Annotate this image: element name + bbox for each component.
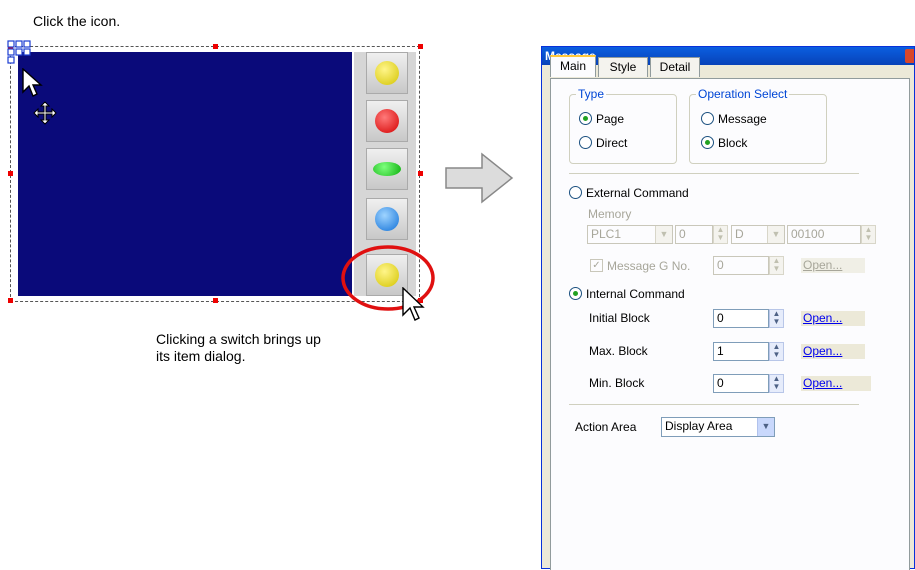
resize-handle[interactable]	[418, 171, 423, 176]
type-direct-radio[interactable]: Direct	[579, 136, 627, 150]
action-area-select[interactable]: Display Area ▼	[661, 417, 775, 437]
first-page-switch[interactable]	[366, 52, 408, 94]
ellipse-icon	[373, 162, 401, 176]
max-block-field[interactable]: 1	[713, 342, 769, 361]
click-cursor-icon	[402, 287, 425, 321]
initial-block-open-link[interactable]: Open...	[801, 311, 865, 326]
caption-dialog-line1: Clicking a switch brings up	[156, 331, 321, 347]
type-group-legend: Type	[576, 87, 607, 101]
address-field[interactable]: 00100	[787, 225, 861, 244]
min-block-spinner[interactable]: ▲ ▼	[769, 374, 784, 393]
plc-select[interactable]: PLC1 ▼	[587, 225, 673, 244]
message-display-area[interactable]	[18, 52, 352, 296]
next-page-switch[interactable]	[366, 198, 408, 240]
previous-page-switch[interactable]	[366, 100, 408, 142]
message-g-open-link[interactable]: Open...	[801, 258, 865, 273]
move-cursor-icon	[33, 101, 57, 125]
memory-label: Memory	[588, 207, 632, 221]
min-block-field[interactable]: 0	[713, 374, 769, 393]
chevron-down-icon[interactable]: ▼	[655, 226, 672, 243]
type-group: Type Page Direct	[569, 87, 677, 164]
min-block-label: Min. Block	[589, 376, 645, 390]
message-dialog: Message Main Style Detail Type Page Dire…	[541, 46, 915, 570]
message-g-no-field[interactable]: 0	[713, 256, 769, 275]
double-up-icon	[375, 61, 399, 85]
resize-handle[interactable]	[8, 298, 13, 303]
message-g-no-checkbox[interactable]: Message G No.	[590, 259, 690, 273]
down-icon	[375, 207, 399, 231]
max-block-open-link[interactable]: Open...	[801, 344, 865, 359]
resize-handle[interactable]	[213, 44, 218, 49]
tab-style[interactable]: Style	[598, 57, 648, 77]
chevron-down-icon[interactable]: ▼	[767, 226, 784, 243]
initial-block-value: 0	[717, 311, 724, 325]
plc-select-value: PLC1	[591, 227, 622, 241]
resize-handle[interactable]	[213, 298, 218, 303]
caption-dialog-line2: its item dialog.	[156, 348, 246, 364]
right-arrow-icon	[445, 152, 514, 204]
max-block-spinner[interactable]: ▲ ▼	[769, 342, 784, 361]
operation-block-radio[interactable]: Block	[701, 136, 747, 150]
message-switch[interactable]	[366, 148, 408, 190]
max-block-label: Max. Block	[589, 344, 648, 358]
mouse-cursor-icon	[22, 68, 43, 97]
tab-main[interactable]: Main	[550, 55, 596, 77]
initial-block-spinner[interactable]: ▲ ▼	[769, 309, 784, 328]
action-area-value: Display Area	[665, 419, 733, 433]
message-g-no-value: 0	[717, 258, 724, 272]
device-select-value: D	[735, 227, 744, 241]
tab-detail[interactable]: Detail	[650, 57, 700, 77]
plc-number-spinner[interactable]: ▲ ▼	[713, 225, 728, 244]
chevron-down-icon[interactable]: ▼	[757, 418, 774, 436]
min-block-open-link[interactable]: Open...	[801, 376, 871, 391]
tab-main-panel: Type Page Direct Operation Select Messag…	[550, 78, 910, 570]
address-value: 00100	[791, 227, 825, 241]
operation-message-radio[interactable]: Message	[701, 112, 767, 126]
operation-select-group: Operation Select Message Block	[689, 87, 827, 164]
initial-block-label: Initial Block	[589, 311, 650, 325]
address-spinner[interactable]: ▲ ▼	[861, 225, 876, 244]
device-select[interactable]: D ▼	[731, 225, 785, 244]
external-command-radio[interactable]: External Command	[569, 186, 689, 200]
operation-select-legend: Operation Select	[696, 87, 790, 101]
resize-handle[interactable]	[8, 171, 13, 176]
internal-command-radio[interactable]: Internal Command	[569, 287, 685, 301]
plc-number-value: 0	[679, 227, 686, 241]
initial-block-field[interactable]: 0	[713, 309, 769, 328]
divider	[569, 173, 859, 174]
max-block-value: 1	[717, 344, 724, 358]
min-block-value: 0	[717, 376, 724, 390]
resize-handle[interactable]	[418, 44, 423, 49]
divider	[569, 404, 859, 405]
message-g-no-spinner[interactable]: ▲ ▼	[769, 256, 784, 275]
up-icon	[375, 109, 399, 133]
plc-number-field[interactable]: 0	[675, 225, 713, 244]
type-page-radio[interactable]: Page	[579, 112, 624, 126]
action-area-label: Action Area	[575, 420, 637, 434]
caption-click-icon: Click the icon.	[33, 13, 121, 29]
